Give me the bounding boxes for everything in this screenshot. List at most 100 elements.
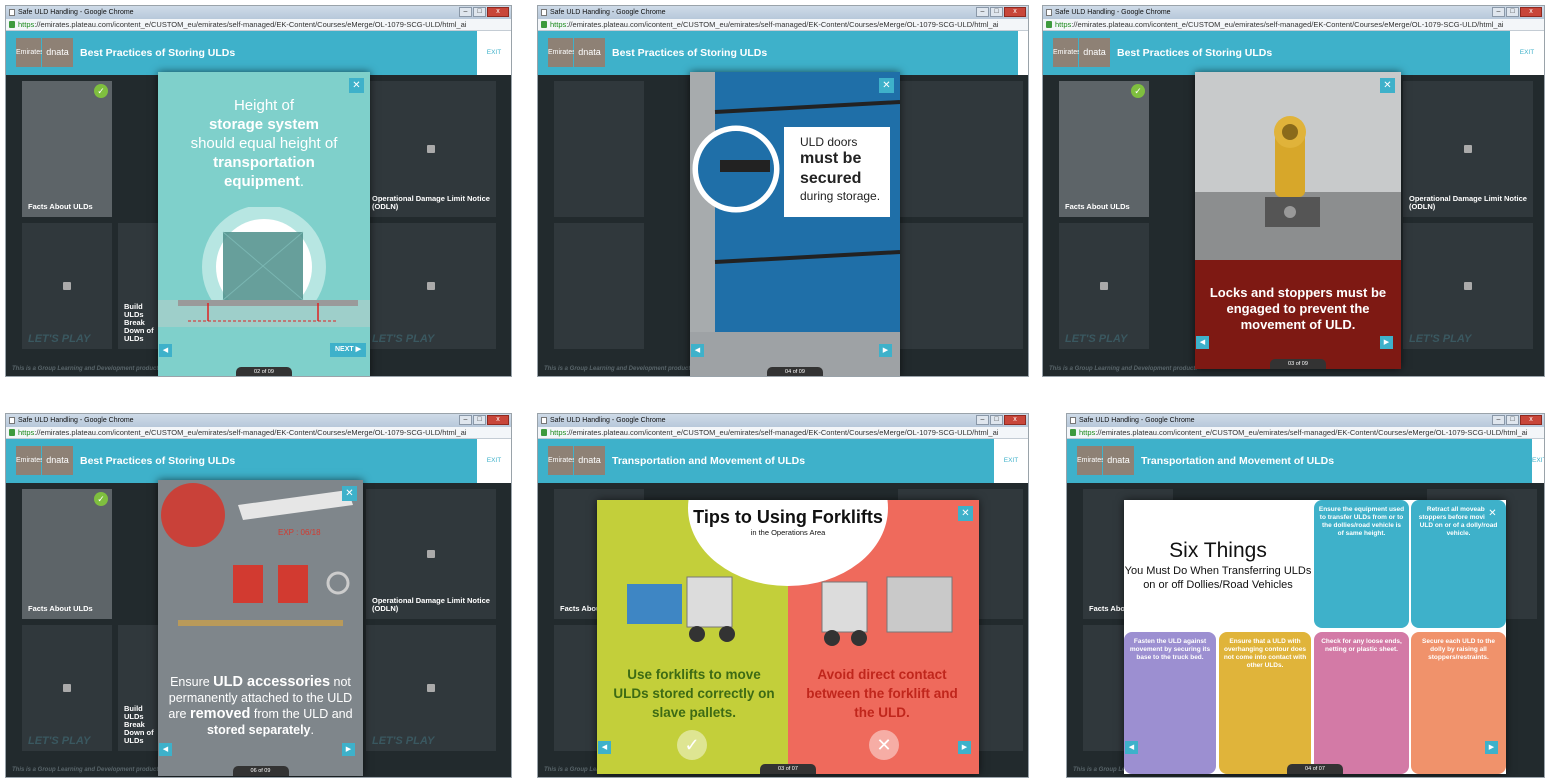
page-icon [1046, 9, 1052, 16]
tile-build[interactable]: Build ULDs Break Down of ULDs [118, 223, 158, 349]
tile-odln[interactable]: Operational Damage Limit Notice (ODLN) [366, 489, 496, 619]
minimize-button[interactable]: – [976, 415, 989, 425]
next-button[interactable]: NEXT ▶ [330, 343, 366, 357]
screenshot-4: Safe ULD Handling - Google Chrome – □ x ht… [5, 413, 512, 778]
exit-button[interactable]: EXIT [477, 31, 511, 75]
minimize-button[interactable]: – [1492, 7, 1505, 17]
previous-button[interactable]: ◀ [1125, 741, 1138, 754]
tile-facts[interactable]: ✓ Facts About ULDs [22, 81, 112, 217]
address-bar[interactable]: https://emirates.plateau.com/icontent_e/… [538, 427, 1028, 439]
tile-facts[interactable] [554, 81, 644, 217]
tile-locked[interactable]: LET'S PLAY [366, 223, 496, 349]
strap-label: EXP : 06/18 [278, 528, 321, 537]
address-bar[interactable]: https://emirates.plateau.com/icontent_e/… [1067, 427, 1544, 439]
maximize-button[interactable]: □ [1506, 415, 1519, 425]
tile-label: Build ULDs Break Down of ULDs [124, 302, 154, 343]
tile-locked[interactable]: LET'S PLAY [22, 223, 112, 349]
maximize-button[interactable]: □ [990, 415, 1003, 425]
course-title: Best Practices of Storing ULDs [80, 47, 236, 59]
logos: Emirates dnata [16, 38, 73, 67]
tile-locked[interactable] [898, 223, 1023, 349]
page-counter: 02 of 09 [236, 367, 292, 376]
close-window-button[interactable]: x [1004, 7, 1026, 17]
close-window-button[interactable]: x [487, 7, 509, 17]
lock-icon [427, 145, 435, 153]
tile-locked[interactable] [554, 223, 644, 349]
maximize-button[interactable]: □ [990, 7, 1003, 17]
exit-button[interactable]: EXIT [1510, 31, 1544, 75]
maximize-button[interactable]: □ [473, 415, 486, 425]
tile-locked[interactable]: LET'S PLAY [366, 625, 496, 751]
exit-button[interactable]: EXIT [1532, 439, 1544, 483]
close-window-button[interactable]: x [1520, 7, 1542, 17]
address-bar[interactable]: https://emirates.plateau.com/icontent_e/… [6, 19, 511, 31]
slide-caption: ULD doors must be secured during storage… [784, 127, 890, 217]
lock-icon [541, 21, 547, 28]
footer-text: This is a Group Learning and Development… [12, 767, 161, 773]
lets-play-label: LET'S PLAY [28, 735, 91, 747]
tile-locked[interactable]: LET'S PLAY [1059, 223, 1149, 349]
previous-button[interactable]: ◀ [598, 741, 611, 754]
minimize-button[interactable]: – [459, 7, 472, 17]
dnata-logo: dnata [1079, 38, 1110, 67]
footer-text: This is a Group Learning and Development… [12, 366, 161, 372]
tip-card-5: Check for any loose ends, netting or pla… [1314, 632, 1409, 774]
slide-modal: Six Things You Must Do When Transferring… [1124, 500, 1506, 774]
address-bar[interactable]: https://emirates.plateau.com/icontent_e/… [538, 19, 1028, 31]
storage-illustration [158, 207, 370, 327]
minimize-button[interactable]: – [976, 7, 989, 17]
next-button[interactable]: ▶ [1380, 336, 1393, 349]
exit-button[interactable]: EXIT [994, 439, 1028, 483]
page-counter: 03 of 09 [1270, 359, 1326, 369]
check-icon: ✓ [1131, 84, 1145, 98]
lock-icon [1070, 429, 1076, 436]
exit-button[interactable] [1018, 31, 1028, 75]
uld-door-illustration [690, 72, 900, 376]
window-title: Safe ULD Handling - Google Chrome [550, 417, 666, 424]
slide-caption: Ensure ULD accessories not permanently a… [168, 674, 353, 737]
address-bar[interactable]: https://emirates.plateau.com/icontent_e/… [6, 427, 511, 439]
close-icon[interactable]: ✕ [879, 78, 894, 93]
minimize-button[interactable]: – [459, 415, 472, 425]
exit-button[interactable]: EXIT [477, 439, 511, 483]
previous-button[interactable]: ◀ [159, 344, 172, 357]
next-button[interactable]: ▶ [958, 741, 971, 754]
tile-odln[interactable] [898, 81, 1023, 217]
maximize-button[interactable]: □ [473, 7, 486, 17]
close-window-button[interactable]: x [1004, 415, 1026, 425]
window-titlebar: Safe ULD Handling - Google Chrome – □ x [538, 6, 1028, 19]
tile-locked[interactable]: LET'S PLAY [1403, 223, 1533, 349]
tile-odln[interactable]: Operational Damage Limit Notice (ODLN) [366, 81, 496, 217]
close-icon[interactable]: ✕ [1485, 506, 1500, 521]
tile-facts[interactable]: ✓ Facts About ULDs [1059, 81, 1149, 217]
next-button[interactable]: ▶ [1485, 741, 1498, 754]
next-button[interactable]: ▶ [879, 344, 892, 357]
close-window-button[interactable]: x [487, 415, 509, 425]
check-icon: ✓ [677, 730, 707, 760]
minimize-button[interactable]: – [1492, 415, 1505, 425]
previous-button[interactable]: ◀ [1196, 336, 1209, 349]
tile-locked[interactable]: LET'S PLAY [22, 625, 112, 751]
window-titlebar: Safe ULD Handling - Google Chrome – □ x [1043, 6, 1544, 19]
close-icon[interactable]: ✕ [1380, 78, 1395, 93]
close-icon[interactable]: ✕ [958, 506, 973, 521]
maximize-button[interactable]: □ [1506, 7, 1519, 17]
tile-facts[interactable]: ✓ Facts About ULDs [22, 489, 112, 619]
tile-odln[interactable]: Operational Damage Limit Notice (ODLN) [1403, 81, 1533, 217]
emirates-logo: Emirates [548, 38, 576, 67]
previous-button[interactable]: ◀ [691, 344, 704, 357]
window-titlebar: Safe ULD Handling - Google Chrome – □ x [6, 414, 511, 427]
course-header: Emirates dnata Transportation and Movemen… [1067, 439, 1544, 483]
close-icon[interactable]: ✕ [342, 486, 357, 501]
lock-icon [1100, 282, 1108, 290]
tile-build[interactable]: Build ULDs Break Down of ULDs [118, 625, 158, 751]
close-icon[interactable]: ✕ [349, 78, 364, 93]
address-bar[interactable]: https://emirates.plateau.com/icontent_e/… [1043, 19, 1544, 31]
slide-title: Tips to Using Forklifts in the Operation… [693, 507, 883, 537]
close-window-button[interactable]: x [1520, 415, 1542, 425]
tip-card-1: Ensure the equipment used to transfer UL… [1314, 500, 1409, 628]
next-button[interactable]: ▶ [342, 743, 355, 756]
lets-play-label: LET'S PLAY [1409, 333, 1472, 345]
dnata-logo: dnata [42, 446, 73, 475]
previous-button[interactable]: ◀ [159, 743, 172, 756]
